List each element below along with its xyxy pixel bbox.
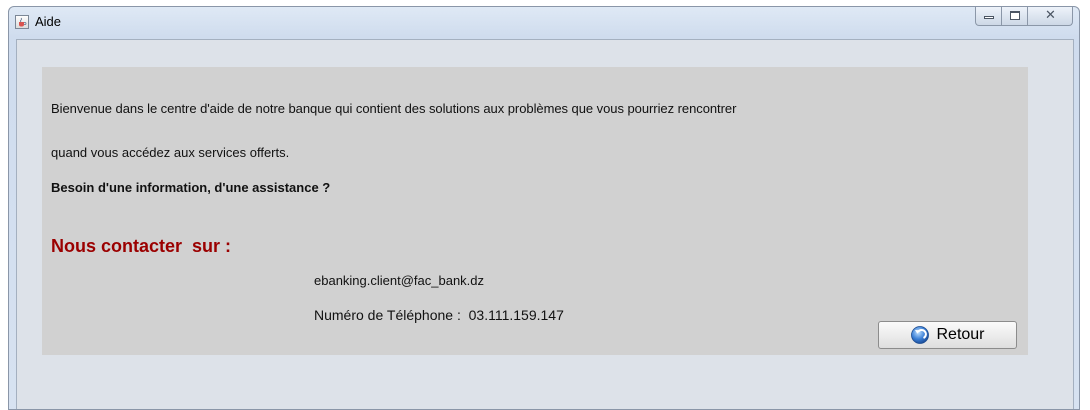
title-bar[interactable]: Aide ✕ [9, 7, 1079, 37]
minimize-icon [984, 16, 994, 19]
minimize-button[interactable] [975, 7, 1002, 26]
assistance-question: Besoin d'une information, d'une assistan… [51, 180, 331, 195]
intro-text-line1: Bienvenue dans le centre d'aide de notre… [51, 101, 737, 116]
caption-buttons: ✕ [975, 7, 1073, 27]
window-content: Bienvenue dans le centre d'aide de notre… [16, 39, 1074, 409]
intro-text-line2: quand vous accédez aux services offerts. [51, 145, 290, 160]
java-cup-icon [15, 15, 29, 29]
contact-heading: Nous contacter sur : [51, 236, 232, 256]
help-panel: Bienvenue dans le centre d'aide de notre… [42, 67, 1028, 355]
window-title: Aide [35, 14, 62, 29]
close-button[interactable]: ✕ [1028, 7, 1073, 26]
back-arrow-icon [910, 325, 930, 345]
contact-phone: Numéro de Téléphone : 03.111.159.147 [314, 307, 564, 323]
close-icon: ✕ [1045, 8, 1056, 23]
contact-email: ebanking.client@fac_bank.dz [314, 273, 485, 288]
maximize-button[interactable] [1002, 7, 1028, 26]
retour-label: Retour [936, 326, 985, 343]
retour-button[interactable]: Retour [878, 321, 1017, 349]
maximize-icon [1010, 11, 1020, 20]
help-window: Aide ✕ Bienvenue dans le centre d'aide d… [8, 6, 1080, 410]
